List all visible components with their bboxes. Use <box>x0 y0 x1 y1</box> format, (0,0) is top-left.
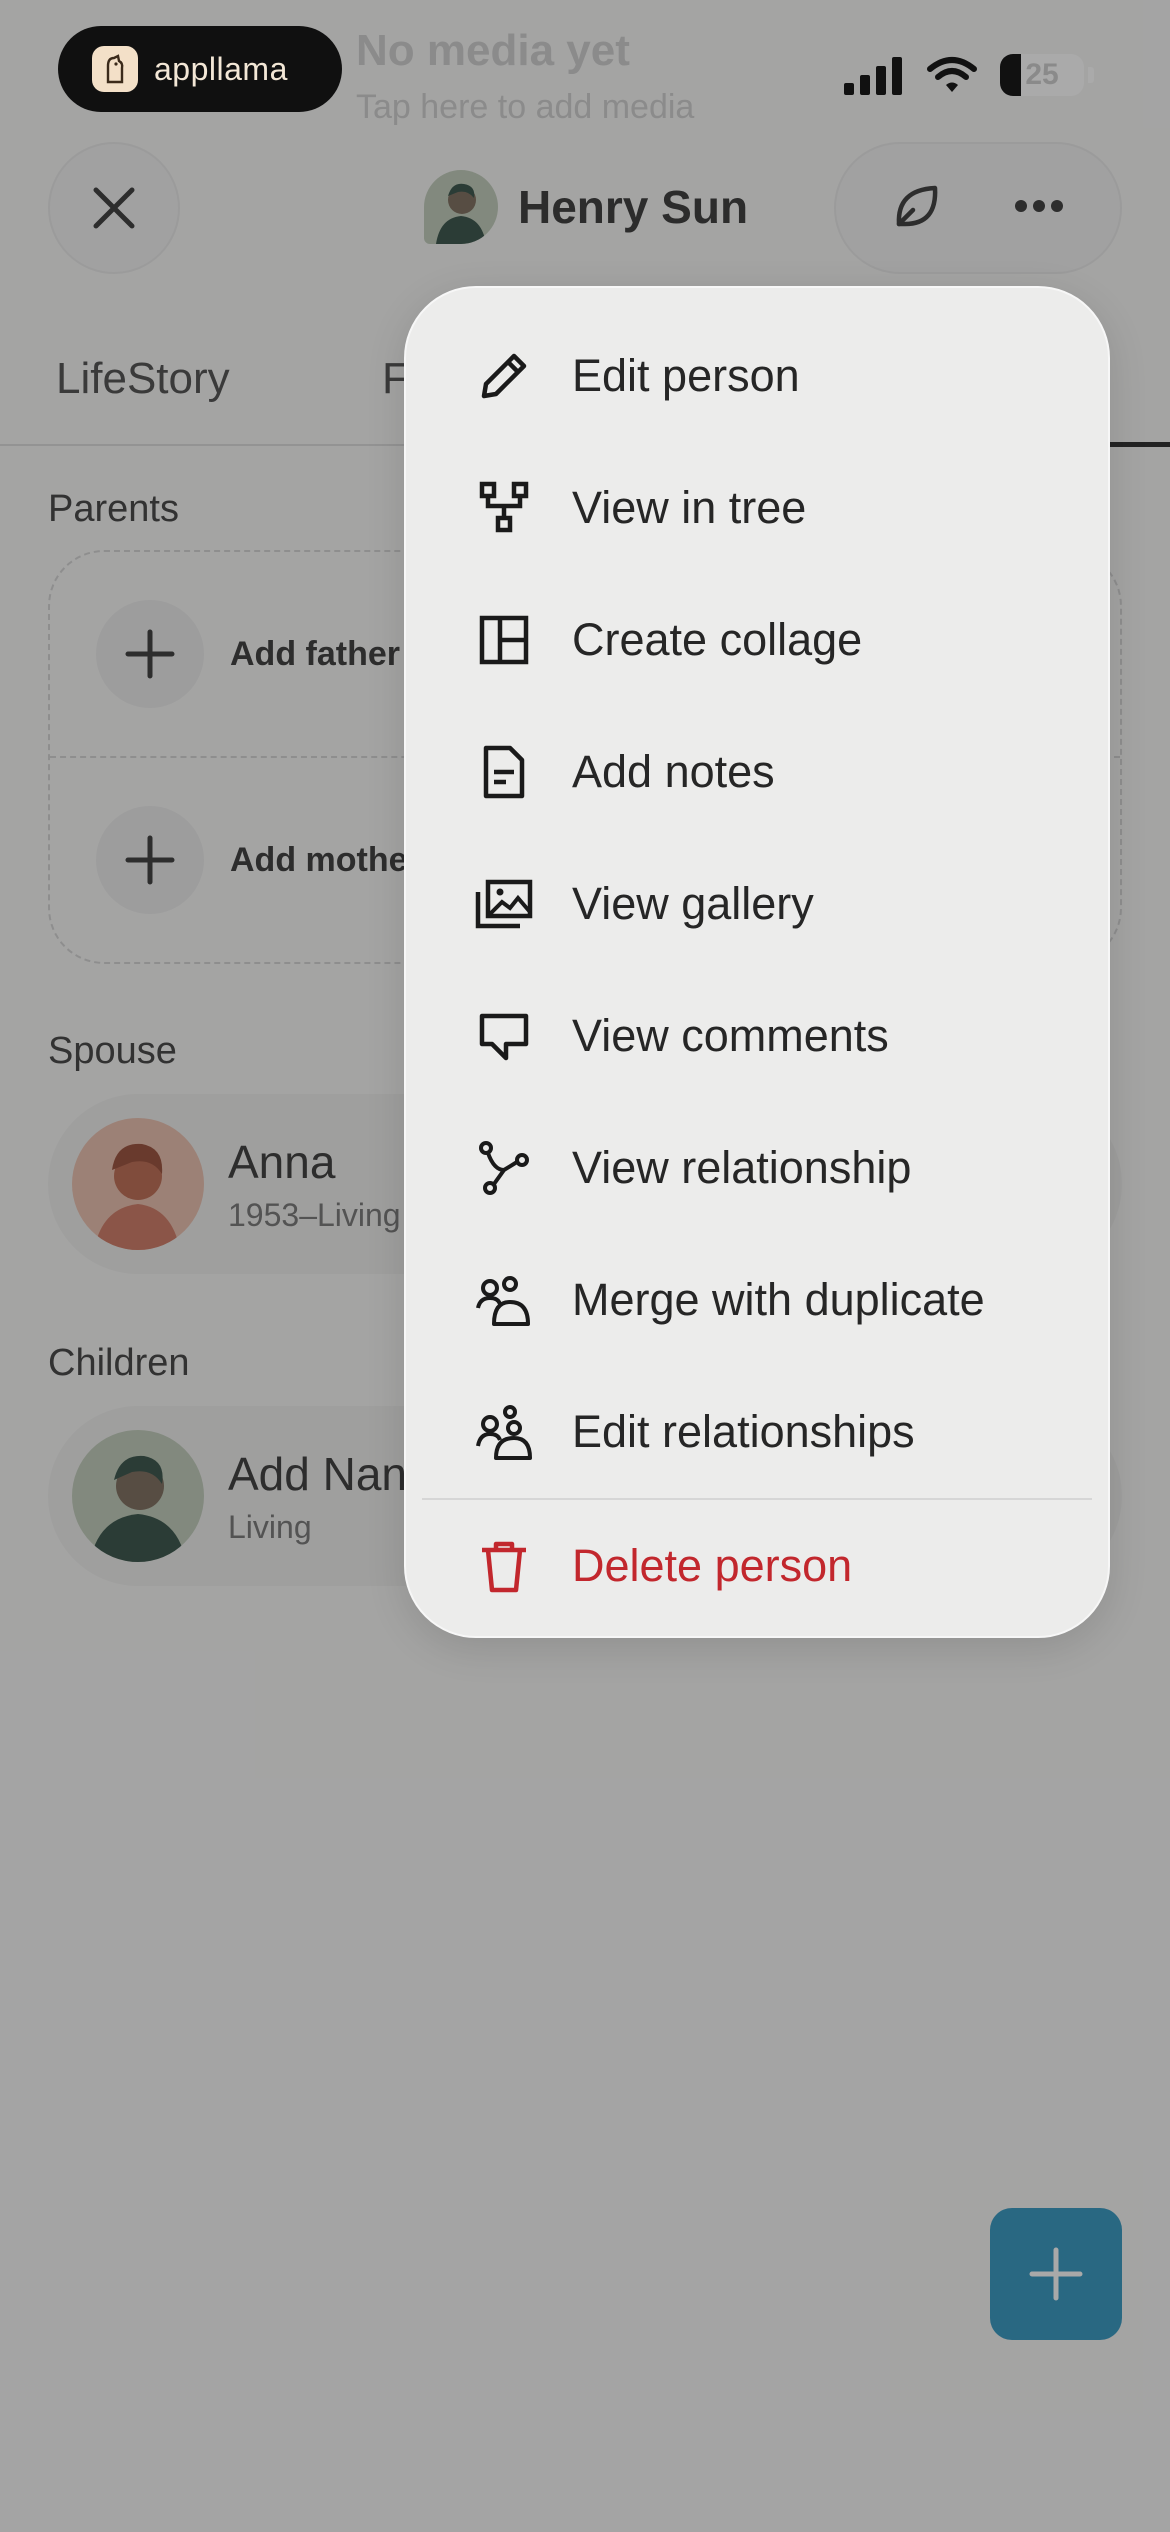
llama-logo-icon <box>92 46 138 92</box>
app-badge: appllama <box>58 26 342 112</box>
menu-item-view-in-tree[interactable]: View in tree <box>406 442 1108 574</box>
context-menu: Edit person View in tree Create collage … <box>404 286 1110 1638</box>
trash-icon <box>474 1536 534 1596</box>
wifi-icon <box>927 57 977 92</box>
notes-icon <box>474 742 534 802</box>
relationship-icon <box>474 1138 534 1198</box>
menu-item-merge-duplicate[interactable]: Merge with duplicate <box>406 1234 1108 1366</box>
menu-item-label: View in tree <box>572 482 807 533</box>
menu-item-view-comments[interactable]: View comments <box>406 970 1108 1102</box>
menu-item-view-gallery[interactable]: View gallery <box>406 838 1108 970</box>
brand-name: appllama <box>154 50 288 87</box>
menu-item-label: View comments <box>572 1010 889 1061</box>
menu-item-label: View relationship <box>572 1142 912 1193</box>
menu-item-create-collage[interactable]: Create collage <box>406 574 1108 706</box>
status-icons: 25 <box>842 54 1094 96</box>
menu-item-add-notes[interactable]: Add notes <box>406 706 1108 838</box>
menu-item-label: Create collage <box>572 614 863 665</box>
menu-item-edit-person[interactable]: Edit person <box>406 310 1108 442</box>
menu-item-delete-person[interactable]: Delete person <box>406 1500 1108 1632</box>
comment-icon <box>474 1006 534 1066</box>
tree-icon <box>474 478 534 538</box>
menu-item-label: Add notes <box>572 746 775 797</box>
battery-icon: 25 <box>1000 54 1084 96</box>
menu-item-edit-relationships[interactable]: Edit relationships <box>406 1366 1108 1498</box>
menu-item-label: Edit relationships <box>572 1406 915 1457</box>
menu-item-label: View gallery <box>572 878 814 929</box>
signal-icon <box>844 57 902 95</box>
battery-percent: 25 <box>1025 58 1059 91</box>
menu-item-label: Delete person <box>572 1540 853 1591</box>
menu-item-view-relationship[interactable]: View relationship <box>406 1102 1108 1234</box>
menu-item-label: Merge with duplicate <box>572 1274 985 1325</box>
people-icon <box>474 1402 534 1462</box>
pencil-icon <box>474 346 534 406</box>
collage-icon <box>474 610 534 670</box>
people-icon <box>474 1270 534 1330</box>
gallery-icon <box>474 874 534 934</box>
menu-item-label: Edit person <box>572 350 800 401</box>
battery-cap <box>1088 67 1094 83</box>
